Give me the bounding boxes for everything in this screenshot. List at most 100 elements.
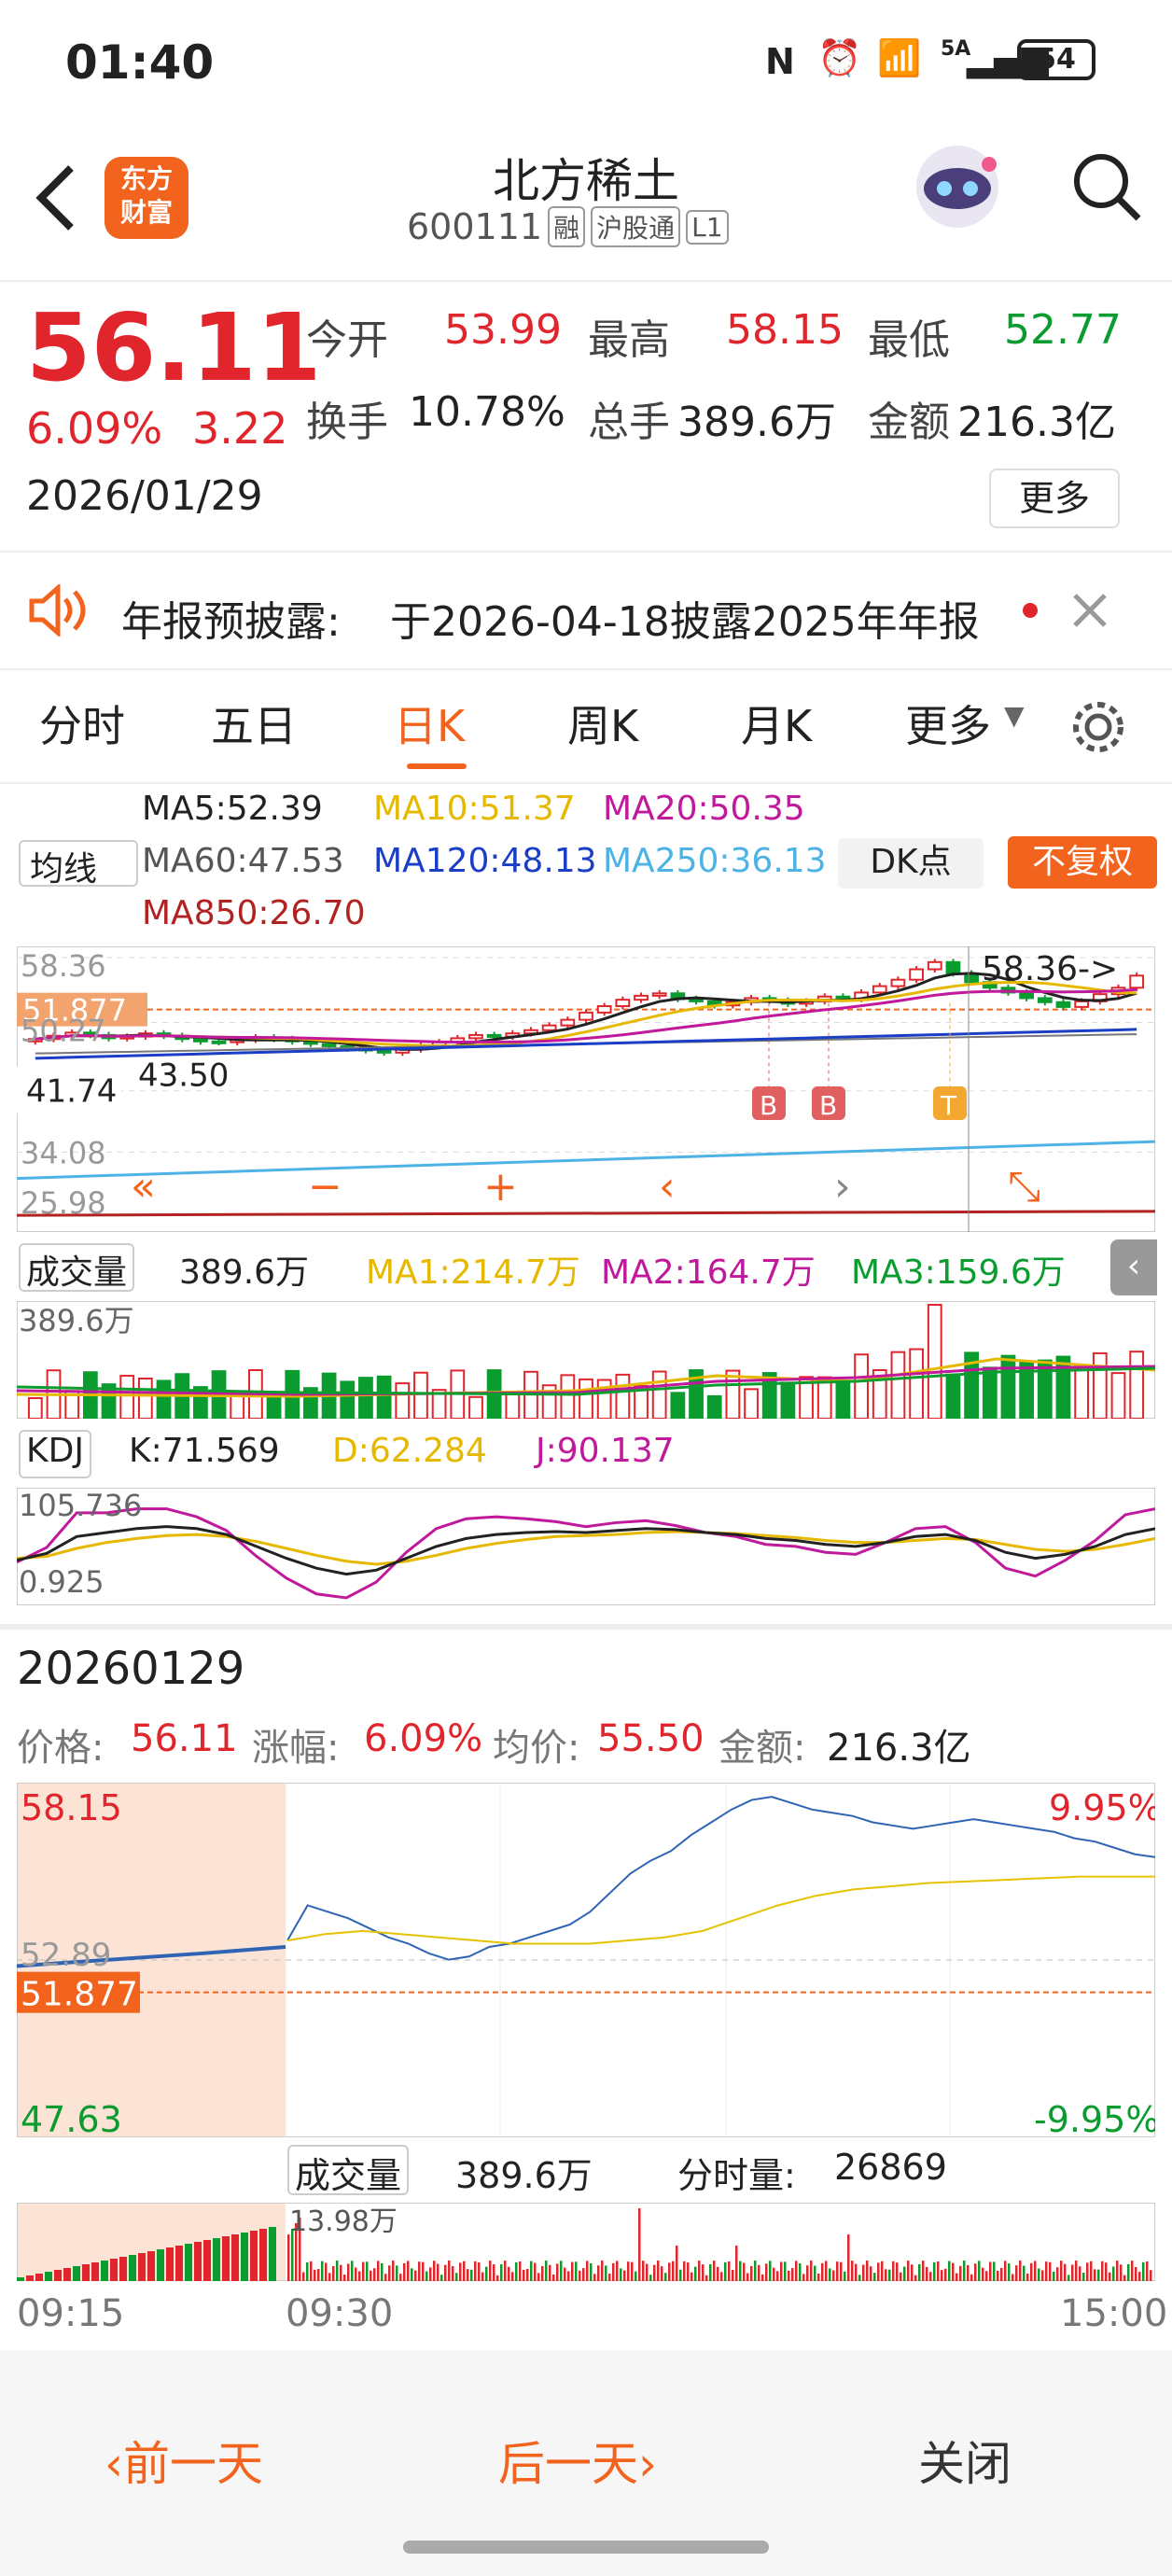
volume-bar [579, 1378, 593, 1419]
zoom-out-icon[interactable]: − [308, 1163, 342, 1211]
detail-row: 价格: 56.11 涨幅: 6.09% 均价: 55.50 金额: 216.3亿 [0, 1717, 1172, 1770]
volume-chart[interactable]: 389.6万 [17, 1301, 1155, 1419]
intraday-volume-bar [601, 2261, 604, 2281]
intraday-volume-bar [761, 2274, 764, 2281]
intraday-volume-bar [847, 2234, 850, 2281]
max-price-marker: 58.36-> [982, 950, 1118, 988]
ma-legend: MA5:52.39 MA10:51.37 MA20:50.35 均线 MA60:… [0, 790, 1172, 948]
intraday-volume-bar [858, 2275, 861, 2281]
close-button[interactable]: 关闭 [918, 2427, 1012, 2494]
intraday-volume-bar [922, 2261, 925, 2281]
search-icon[interactable] [1069, 149, 1144, 224]
intraday-volume-bar [321, 2261, 324, 2281]
intraday-volume-bar [411, 2268, 413, 2281]
volume-bar [340, 1380, 356, 1419]
intraday-volume-bar [758, 2264, 760, 2281]
scroll-left-icon[interactable]: « [131, 1163, 156, 1211]
intraday-volume-bar [967, 2264, 970, 2281]
intraday-volume-bar [530, 2261, 533, 2281]
kline-candle [579, 1011, 593, 1021]
center-level-label: 41.74 [26, 1073, 117, 1111]
next-day-button[interactable]: 后一天› [498, 2427, 657, 2494]
intraday-volume-bar [814, 2265, 816, 2281]
high-value: 58.15 [726, 306, 844, 354]
dk-point-button[interactable]: DK点 [838, 838, 984, 889]
robot-avatar-icon[interactable] [911, 140, 1004, 233]
intraday-volume-bar [914, 2275, 917, 2281]
kdj-selector[interactable]: KDJ [19, 1430, 91, 1478]
intraday-volume-bar [903, 2266, 906, 2281]
prev-day-button[interactable]: ‹前一天 [105, 2427, 263, 2494]
intraday-volume-selector[interactable]: 成交量 [287, 2145, 410, 2196]
intraday-volume-bar [952, 2262, 955, 2281]
prev-day-label: 前一天 [123, 2437, 263, 2491]
intraday-volume-bar [788, 2270, 790, 2281]
close-icon[interactable] [1069, 590, 1110, 631]
intraday-volume-bar [399, 2274, 402, 2281]
intraday-volume-bar [948, 2261, 951, 2281]
tab-more[interactable]: 更多 [905, 693, 991, 754]
volume-bar [413, 1371, 428, 1419]
detail-amt-label: 金额: [719, 1727, 806, 1770]
volume-selector[interactable]: 成交量 [19, 1243, 135, 1292]
tab-five-day[interactable]: 五日 [211, 693, 297, 754]
tab-weekly-k[interactable]: 周K [567, 693, 638, 754]
intraday-volume-bar [1120, 2264, 1123, 2281]
intraday-volume-legend: 成交量 389.6万 分时量: 26869 [0, 2143, 1172, 2199]
auction-volume-bar [213, 2238, 220, 2281]
intraday-volume-bar [1109, 2272, 1111, 2281]
collapse-panel-icon[interactable]: ‹ [1110, 1239, 1157, 1295]
kdj-k-label: K:71.569 [129, 1432, 280, 1470]
detail-chg-label: 涨幅: [252, 1727, 340, 1770]
notice-text[interactable]: 于2026-04-18披露2025年年报 [390, 588, 980, 648]
intraday-volume-bar [384, 2274, 387, 2281]
settings-gear-icon[interactable] [1067, 696, 1129, 758]
intraday-volume-bar [418, 2261, 421, 2281]
low-label: 最低 [868, 316, 950, 364]
ma-selector[interactable]: 均线 [19, 840, 138, 889]
volume-bar [1055, 1355, 1071, 1419]
turnover-value: 10.78% [409, 388, 565, 436]
tab-monthly-k[interactable]: 月K [741, 693, 812, 754]
intraday-volume-bar [937, 2261, 940, 2281]
intraday-volume-bar [1067, 2275, 1070, 2281]
intraday-volume-bar [523, 2269, 525, 2281]
kdj-frame [17, 1488, 1155, 1605]
intraday-volume-bar [638, 2208, 641, 2281]
more-button[interactable]: 更多 [989, 469, 1120, 528]
intraday-volume-bar [724, 2261, 727, 2281]
intraday-volume-bar [1015, 2265, 1018, 2281]
intraday-volume-bar [657, 2261, 660, 2281]
detail-chg: 6.09% [364, 1717, 483, 1760]
volume-bar [560, 1374, 576, 1419]
intraday-volume-bar [989, 2261, 992, 2281]
expand-icon[interactable]: ⤡ [1008, 1163, 1040, 1211]
kdj-chart[interactable]: 105.736 0.925 [17, 1488, 1155, 1605]
volume-bar [137, 1378, 153, 1419]
intraday-volume-bar [593, 2274, 596, 2281]
period-tabs: 分时 五日 日K 周K 月K 更多 ▼ [0, 687, 1172, 780]
intraday-volume-bar [817, 2273, 820, 2281]
intraday-volume-bar [1142, 2261, 1145, 2281]
intraday-volume-bar [459, 2262, 462, 2281]
volume-bar [1129, 1351, 1145, 1419]
tab-daily-k[interactable]: 日K [394, 693, 465, 754]
kline-candle [651, 992, 667, 997]
intraday-volume-bar [422, 2261, 425, 2281]
intraday-volume-bar [1056, 2267, 1059, 2281]
intraday-volume-bar [933, 2261, 936, 2281]
zoom-in-icon[interactable]: + [483, 1163, 518, 1211]
intraday-volume-bar [784, 2261, 787, 2281]
vol-ma2-label: MA2:164.7万 [601, 1253, 816, 1292]
prev-icon[interactable]: ‹ [659, 1163, 676, 1211]
intraday-volume-chart[interactable]: 13.98万 [17, 2203, 1155, 2281]
intraday-chart[interactable]: 58.15 9.95% 52.8951.877 47.63 -9.95% [17, 1783, 1155, 2137]
tab-intraday[interactable]: 分时 [39, 693, 125, 754]
volume-bar [835, 1381, 851, 1419]
no-adjust-button[interactable]: 不复权 [1008, 836, 1157, 889]
intraday-volume-bar [956, 2273, 958, 2281]
kline-candle [321, 1043, 337, 1047]
kline-candle [615, 999, 631, 1008]
next-icon[interactable]: › [834, 1163, 851, 1211]
intraday-volume-bar [1090, 2261, 1093, 2281]
